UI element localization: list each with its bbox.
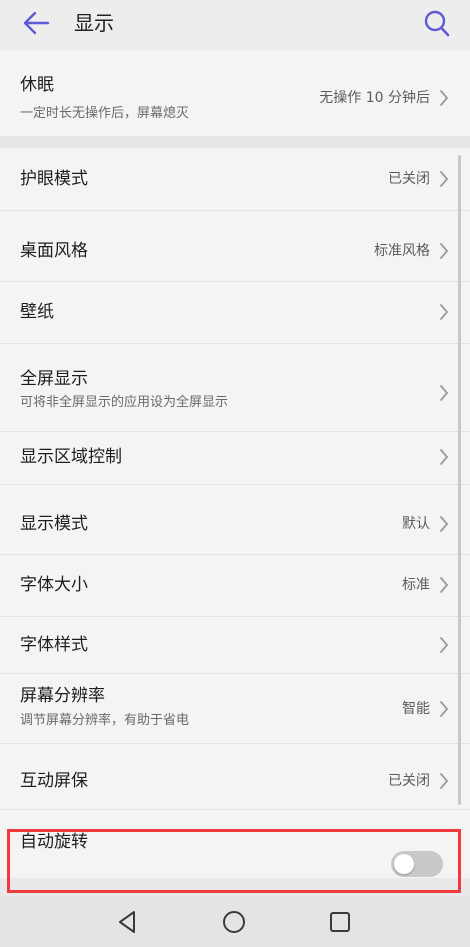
chevron-right-icon [440, 577, 449, 593]
setting-font-size[interactable]: 字体大小 标准 [0, 555, 470, 617]
setting-subtitle: 调节屏幕分辨率，有助于省电 [20, 713, 190, 728]
setting-value: 标准风格 [374, 243, 430, 259]
setting-font-style[interactable]: 字体样式 [0, 617, 470, 674]
row-spacer [0, 744, 470, 754]
setting-value: 标准 [402, 577, 430, 593]
setting-value: 已关闭 [388, 171, 430, 187]
chevron-right-icon [440, 701, 449, 717]
setting-subtitle: 一定时长无操作后，屏幕熄灭 [20, 106, 190, 121]
setting-value: 智能 [402, 701, 430, 717]
setting-title: 互动屏保 [20, 771, 88, 791]
chevron-right-icon [440, 637, 449, 653]
setting-title: 字体样式 [20, 635, 88, 655]
chevron-right-icon [440, 90, 449, 106]
scrollbar[interactable] [458, 155, 461, 805]
setting-wallpaper[interactable]: 壁纸 [0, 282, 470, 344]
page-title: 显示 [74, 11, 114, 35]
arrow-left-icon [23, 11, 50, 35]
chevron-right-icon [440, 516, 449, 532]
setting-eye-comfort[interactable]: 护眼模式 已关闭 [0, 148, 470, 211]
setting-title: 自动旋转 [20, 832, 88, 852]
setting-title: 护眼模式 [20, 169, 88, 189]
setting-value: 默认 [402, 516, 430, 532]
setting-screen-resolution[interactable]: 屏幕分辨率 调节屏幕分辨率，有助于省电 智能 [0, 674, 470, 744]
setting-display-area[interactable]: 显示区域控制 [0, 432, 470, 485]
row-spacer [0, 211, 470, 221]
settings-list: 休眠 一定时长无操作后，屏幕熄灭 无操作 10 分钟后 护眼模式 已关闭 桌面风… [0, 50, 470, 878]
chevron-right-icon [440, 449, 449, 465]
setting-display-mode[interactable]: 显示模式 默认 [0, 495, 470, 555]
back-triangle-icon [119, 911, 135, 933]
auto-rotate-toggle[interactable] [391, 851, 443, 877]
chevron-right-icon [440, 304, 449, 320]
nav-back-button[interactable] [112, 907, 142, 937]
chevron-right-icon [440, 243, 449, 259]
navigation-bar [0, 896, 470, 947]
recents-square-icon [330, 912, 350, 932]
setting-subtitle: 可将非全屏显示的应用设为全屏显示 [20, 395, 229, 410]
chevron-right-icon [440, 171, 449, 187]
home-circle-icon [223, 911, 245, 933]
setting-value: 已关闭 [388, 773, 430, 789]
chevron-right-icon [440, 385, 449, 401]
settings-group-sleep: 休眠 一定时长无操作后，屏幕熄灭 无操作 10 分钟后 [0, 50, 470, 136]
back-button[interactable] [20, 6, 54, 40]
settings-group-display: 护眼模式 已关闭 桌面风格 标准风格 壁纸 全屏显示 可将非全屏显示的应用设为全… [0, 148, 470, 878]
title-bar: 显示 [0, 0, 470, 50]
setting-title: 显示模式 [20, 514, 88, 534]
setting-interactive-screensaver[interactable]: 互动屏保 已关闭 [0, 754, 470, 810]
search-button[interactable] [422, 6, 452, 40]
toggle-knob [394, 854, 414, 874]
setting-full-screen[interactable]: 全屏显示 可将非全屏显示的应用设为全屏显示 [0, 354, 470, 432]
setting-home-style[interactable]: 桌面风格 标准风格 [0, 221, 470, 282]
nav-home-button[interactable] [219, 907, 249, 937]
row-spacer [0, 344, 470, 354]
setting-title: 壁纸 [20, 302, 54, 322]
setting-title: 全屏显示 [20, 369, 88, 389]
setting-title: 显示区域控制 [20, 447, 122, 467]
setting-title: 屏幕分辨率 [20, 686, 105, 706]
group-divider [0, 136, 470, 148]
search-icon [424, 10, 450, 37]
setting-value: 无操作 10 分钟后 [319, 90, 430, 106]
row-spacer [0, 485, 470, 495]
chevron-right-icon [440, 773, 449, 789]
nav-recents-button[interactable] [325, 907, 355, 937]
setting-sleep[interactable]: 休眠 一定时长无操作后，屏幕熄灭 无操作 10 分钟后 [0, 50, 470, 136]
setting-title: 休眠 [20, 75, 54, 95]
setting-title: 桌面风格 [20, 241, 88, 261]
setting-title: 字体大小 [20, 575, 88, 595]
